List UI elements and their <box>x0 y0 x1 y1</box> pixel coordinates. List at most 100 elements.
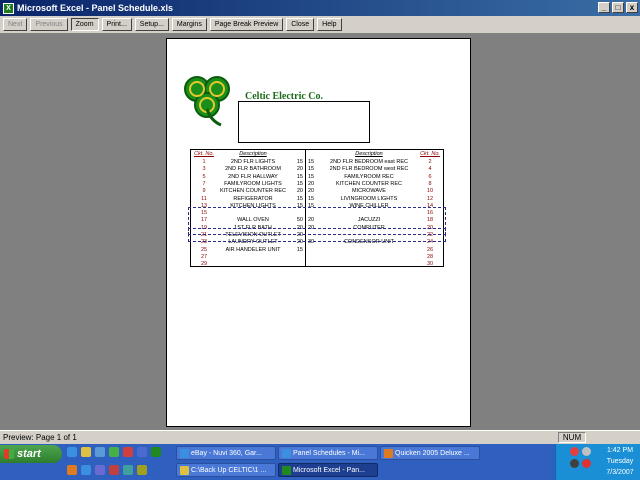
cell-ckt-left: 9 <box>202 188 206 195</box>
cell-desc-left: FAMILYROOM LIGHTS <box>224 180 282 187</box>
task-ebay[interactable]: eBay - Nuvi 360, Gar... <box>176 446 276 460</box>
setup-button[interactable]: Setup... <box>134 18 169 31</box>
cell-ckt-left: 11 <box>201 195 207 202</box>
desktop-icon[interactable] <box>95 447 105 457</box>
cell-breaker-left: 20 <box>296 166 303 173</box>
cell-breaker-left: 15 <box>296 195 303 202</box>
task-label: eBay - Nuvi 360, Gar... <box>191 449 262 457</box>
clock-time[interactable]: 1:42 PM <box>600 447 640 454</box>
excel-quick-icon[interactable] <box>151 447 161 457</box>
help-button[interactable]: Help <box>317 18 342 31</box>
cell-ckt-left: 1 <box>202 159 206 165</box>
cell-desc-left: 2ND FLR LIGHTS <box>230 159 276 165</box>
excel-task-icon <box>282 466 291 475</box>
cell-desc-left: KITCHEN COUNTER REC <box>219 188 286 195</box>
table-row: 3 2ND FLR BATHROOM 20 15 2ND FLR BEDROOM wes… <box>191 166 443 173</box>
start-button[interactable]: start <box>0 445 62 463</box>
cell-ckt-right: 12 <box>426 195 434 202</box>
cell-ckt-right: 6 <box>428 173 432 180</box>
cell-breaker-right: 20 <box>308 180 315 187</box>
window-title: Microsoft Excel - Panel Schedule.xls <box>17 3 174 13</box>
zoom-button[interactable]: Zoom <box>70 18 99 31</box>
cell-desc-left: AIR HANDELER UNIT <box>225 246 281 253</box>
cell-breaker-right: 15 <box>308 159 315 165</box>
app2-icon[interactable] <box>123 465 133 475</box>
cell-ckt-right: 28 <box>426 253 434 260</box>
table-row: 1 2ND FLR LIGHTS 15 15 2ND FLR BEDROOM east … <box>191 159 443 166</box>
clock-date: 7/3/2007 <box>606 469 634 476</box>
firefox-icon[interactable] <box>67 465 77 475</box>
media-icon[interactable] <box>109 447 119 457</box>
cell-desc-left: 2ND FLR BATHROOM <box>225 166 281 173</box>
margins-button[interactable]: Margins <box>171 18 207 31</box>
cell-desc-right: MICROWAVE <box>352 188 386 195</box>
tray-icon[interactable] <box>582 459 591 468</box>
cell-ckt-right: 30 <box>426 261 434 268</box>
header-ckt-right: Ckt. No. <box>420 151 440 157</box>
ie-task-icon <box>282 449 291 458</box>
app-icon[interactable] <box>123 447 133 457</box>
cell-desc-right: FAMILYROOM REC <box>344 173 394 180</box>
task-excel[interactable]: Microsoft Excel - Pan... <box>278 463 378 477</box>
previous-button[interactable]: Previous <box>30 18 68 31</box>
page-break-box-2 <box>188 228 446 242</box>
system-tray: 1:42 PM Tuesday 7/3/2007 <box>555 444 640 480</box>
excel-app-icon[interactable]: X <box>3 2 14 14</box>
close-window-button[interactable]: x <box>626 2 638 13</box>
cell-ckt-left: 29 <box>200 261 208 268</box>
close-button[interactable]: Close <box>286 18 315 31</box>
app3-icon[interactable] <box>137 465 147 475</box>
cell-desc-right: 2ND FLR BEDROOM east REC <box>330 159 408 165</box>
cell-desc-right: KITCHEN COUNTER REC <box>335 180 402 187</box>
word-icon[interactable] <box>137 447 147 457</box>
cell-ckt-left: 7 <box>202 180 206 187</box>
outlook-icon[interactable] <box>81 465 91 475</box>
cell-ckt-right: 8 <box>428 180 432 187</box>
ie-task-icon <box>180 449 189 458</box>
task-label: Quicken 2005 Deluxe ... <box>395 449 470 457</box>
print-preview-toolbar: Next Previous Zoom Print... Setup... Mar… <box>0 16 640 33</box>
cell-ckt-right: 2 <box>428 159 432 165</box>
task-backup-folder[interactable]: C:\Back Up CELTIC\1 ... <box>176 463 276 477</box>
print-button[interactable]: Print... <box>101 18 132 31</box>
shamrock-logo-icon <box>184 76 230 127</box>
cell-breaker-left: 15 <box>296 180 303 187</box>
cell-ckt-right: 10 <box>426 188 434 195</box>
ie-icon[interactable] <box>67 447 77 457</box>
task-label: Panel Schedules - Mi... <box>293 449 365 457</box>
title-bar: X Microsoft Excel - Panel Schedule.xls _… <box>0 0 640 16</box>
table-row: 27 28 <box>191 254 443 261</box>
cell-desc-right: 2ND FLR BEDROOM west REC <box>329 166 409 173</box>
folder-icon[interactable] <box>81 447 91 457</box>
cell-desc-right: LIVINGROOM LIGHTS <box>340 195 398 202</box>
cell-desc-left: REFIGERATOR <box>233 195 273 202</box>
restore-button[interactable]: □ <box>612 2 624 13</box>
messenger-icon[interactable] <box>95 465 105 475</box>
cell-ckt-left: 25 <box>200 246 208 253</box>
cell-ckt-left: 5 <box>202 173 206 180</box>
cell-breaker-right: 15 <box>308 173 315 180</box>
status-text: Preview: Page 1 of 1 <box>3 433 77 442</box>
task-quicken[interactable]: Quicken 2005 Deluxe ... <box>380 446 480 460</box>
cell-breaker-right: 15 <box>308 166 315 173</box>
status-bar: Preview: Page 1 of 1 NUM <box>0 430 640 444</box>
printed-page[interactable]: Celtic Electric Co. Ckt. No. Description… <box>166 38 471 427</box>
cell-breaker-left: 15 <box>296 246 303 253</box>
cell-ckt-left: 3 <box>202 166 206 173</box>
acrobat-icon[interactable] <box>109 465 119 475</box>
preview-area[interactable]: Celtic Electric Co. Ckt. No. Description… <box>0 33 640 430</box>
task-panel-schedules[interactable]: Panel Schedules - Mi... <box>278 446 378 460</box>
table-row: 11 REFIGERATOR 15 15 LIVINGROOM LIGHTS 12 <box>191 196 443 203</box>
tray-icon[interactable] <box>570 447 579 456</box>
table-row: 7 FAMILYROOM LIGHTS 15 20 KITCHEN COUNTER RE… <box>191 181 443 188</box>
task-label: Microsoft Excel - Pan... <box>293 466 365 474</box>
header-desc-right: Description <box>355 151 383 157</box>
cell-ckt-right: 26 <box>426 246 434 253</box>
windows-logo-icon <box>4 449 14 459</box>
page-break-preview-button[interactable]: Page Break Preview <box>209 18 284 31</box>
minimize-button[interactable]: _ <box>598 2 610 13</box>
cell-breaker-left: 20 <box>296 188 303 195</box>
next-button[interactable]: Next <box>3 18 28 31</box>
tray-icon[interactable] <box>582 447 591 456</box>
tray-icon[interactable] <box>570 459 579 468</box>
